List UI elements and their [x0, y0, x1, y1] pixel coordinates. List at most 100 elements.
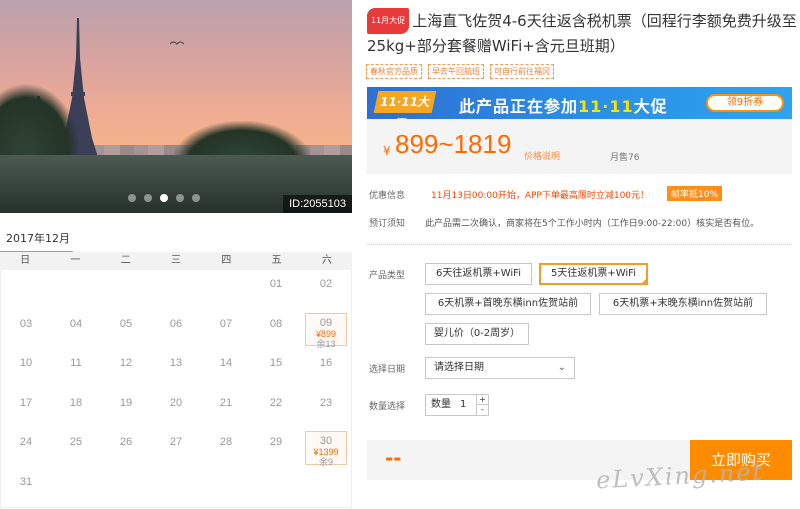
- calendar-day-number: 19: [119, 396, 133, 409]
- calendar-day-number: 24: [19, 436, 33, 449]
- quantity-prefix: 数量: [431, 399, 451, 410]
- calendar-day-number: 04: [69, 317, 83, 330]
- decrement-button[interactable]: -: [476, 405, 488, 415]
- calendar-day-number: 03: [19, 317, 33, 330]
- weekday-label: 日: [20, 255, 31, 266]
- calendar-day-number: 07: [219, 317, 233, 330]
- calendar-day: 06: [151, 310, 201, 350]
- calendar-grid: 01 02 03 04 05 06 07 08 09 ¥899 余13 10 11 12 13 14 15 16 1…: [0, 270, 352, 508]
- product-tag: 春秋官方品质: [366, 64, 422, 79]
- calendar-day: 01: [251, 270, 301, 310]
- price-box: ¥ 899~1819 价格说明 月售76: [367, 119, 792, 174]
- calendar-day-number: 20: [169, 396, 183, 409]
- product-option[interactable]: 婴儿价（0-2周岁）: [425, 323, 529, 345]
- date-select-label: 选择日期: [369, 365, 406, 375]
- calendar-weekday-header: 日一二三四五六: [0, 252, 352, 270]
- price-range: 899~1819: [395, 129, 512, 159]
- calendar-day: 29: [251, 428, 301, 468]
- calendar-day-number: 16: [319, 357, 333, 370]
- calendar-day-remaining: 余9: [318, 457, 333, 468]
- calendar-day: 10: [1, 349, 51, 389]
- calendar-day-number: 28: [219, 436, 233, 449]
- offer-text: 11月13日00:00开始，APP下单最高限时立减100元！: [431, 191, 650, 201]
- calendar-day-price: ¥1399: [313, 447, 339, 458]
- product-option[interactable]: 6天往返机票+WiFi: [425, 263, 532, 285]
- currency-symbol: ¥: [383, 144, 391, 158]
- calendar-day-number: 23: [319, 396, 333, 409]
- calendar-day-available[interactable]: 30 ¥1399 余9: [305, 431, 347, 468]
- notice-text: 此产品需二次确认，商家将在5个工作小时内（工作日9:00-22:00）核实是否有…: [425, 219, 760, 229]
- section-divider: [367, 244, 792, 245]
- promo-text-suffix: 大促: [633, 97, 668, 116]
- calendar-day-number: 09: [319, 316, 333, 329]
- get-coupon-button[interactable]: 领9折券: [706, 94, 784, 112]
- quantity-stepper[interactable]: 数量 1 + -: [425, 394, 489, 416]
- calendar-day: 21: [201, 389, 251, 429]
- monthly-sales: 月售76: [610, 153, 640, 163]
- calendar-day-number: 31: [19, 475, 33, 488]
- increment-button[interactable]: +: [476, 395, 488, 405]
- offers-label: 优惠信息: [369, 191, 406, 201]
- offer-badge: 帧率抵10%: [667, 186, 723, 201]
- promo-text-prefix: 此产品正在参加: [459, 97, 579, 116]
- weekday-label: 三: [170, 255, 181, 266]
- calendar-day-number: 06: [169, 317, 183, 330]
- calendar-day-number: 05: [119, 317, 133, 330]
- slide-dot[interactable]: [128, 194, 136, 202]
- slide-dot[interactable]: [192, 194, 200, 202]
- calendar-day-number: 29: [269, 436, 283, 449]
- slide-dot[interactable]: [176, 194, 184, 202]
- product-tag: 早去午回航班: [428, 64, 484, 79]
- calendar-day: 05: [101, 310, 151, 350]
- calendar-day: 12: [101, 349, 151, 389]
- calendar-day-number: 21: [219, 396, 233, 409]
- slide-indicator[interactable]: [128, 194, 200, 202]
- calendar-day: 02: [301, 270, 351, 310]
- product-option[interactable]: 6天机票+首晚东横inn佐贺站前: [425, 293, 591, 315]
- weekday-label: 四: [221, 255, 232, 266]
- double-eleven-logo: 11·11大促: [373, 91, 437, 131]
- photo-id-label: ID:2055103: [283, 195, 352, 213]
- calendar-day: 14: [201, 349, 251, 389]
- promo-banner[interactable]: 11·11大促 此产品正在参加11·11大促 领9折券: [367, 87, 792, 131]
- calendar-day: 20: [151, 389, 201, 429]
- product-title-text: 上海直飞佐贺4-6天往返含税机票（回程行李额免费升级至25kg+部分套餐赠WiF…: [367, 12, 797, 55]
- calendar-day: [151, 270, 201, 310]
- calendar-day-price: ¥899: [315, 328, 337, 339]
- calendar-day: 24: [1, 428, 51, 468]
- calendar-day: [101, 270, 151, 310]
- calendar-month-tab[interactable]: 2017年12月: [0, 227, 352, 253]
- promo-banner-text: 此产品正在参加11·11大促: [459, 93, 668, 117]
- calendar-day-remaining: 余13: [316, 338, 336, 349]
- calendar-day: 04: [51, 310, 101, 350]
- date-select-dropdown[interactable]: 请选择日期 ⌄: [425, 357, 575, 379]
- calendar-day-available[interactable]: 09 ¥899 余13: [305, 312, 347, 349]
- product-option-selected[interactable]: 5天往返机票+WiFi: [539, 263, 648, 285]
- product-tag: 可自行前往福冈: [490, 64, 554, 79]
- calendar-day: 08: [251, 310, 301, 350]
- slide-dot[interactable]: [160, 194, 168, 202]
- calendar-day: 26: [101, 428, 151, 468]
- product-option[interactable]: 6天机票+末晚东横inn佐贺站前: [599, 293, 767, 315]
- product-photo[interactable]: ID:2055103: [0, 0, 352, 213]
- quantity-label: 数量选择: [369, 402, 406, 412]
- calendar-day: 22: [251, 389, 301, 429]
- calendar-day: 17: [1, 389, 51, 429]
- calendar-day: [1, 270, 51, 310]
- calendar-day: 28: [201, 428, 251, 468]
- weekday-label: 一: [70, 255, 81, 266]
- total-price-placeholder: --: [385, 446, 402, 470]
- quantity-value[interactable]: 1: [460, 395, 466, 415]
- calendar-day: [201, 270, 251, 310]
- calendar-day: 15: [251, 349, 301, 389]
- product-title-block: 11月大促 上海直飞佐贺4-6天往返含税机票（回程行李额免费升级至25kg+部分套…: [367, 8, 797, 58]
- price-explanation-link[interactable]: 价格说明: [524, 149, 560, 162]
- calendar-day: 13: [151, 349, 201, 389]
- slide-dot[interactable]: [144, 194, 152, 202]
- calendar-day-number: 17: [19, 396, 33, 409]
- calendar-day-number: 12: [119, 357, 133, 370]
- promo-badge: 11月大促: [367, 8, 410, 34]
- calendar-day-number: 01: [269, 278, 283, 290]
- product-tags: 春秋官方品质 早去午回航班 可自行前往福冈: [366, 64, 554, 79]
- calendar-day: 16: [301, 349, 351, 389]
